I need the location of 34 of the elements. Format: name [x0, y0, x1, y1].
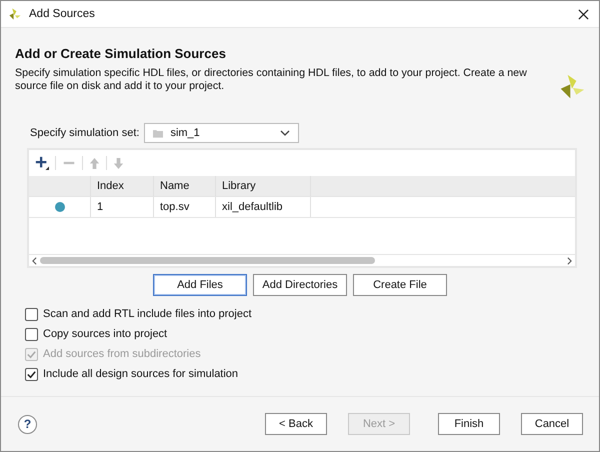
column-header[interactable]: Index — [91, 176, 154, 196]
option-label: Copy sources into project — [43, 328, 168, 340]
folder-icon — [153, 128, 164, 138]
option-label: Include all design sources for simulation — [43, 368, 238, 380]
add-icon[interactable] — [35, 156, 49, 170]
column-header[interactable]: Name — [154, 176, 216, 196]
simulation-set-dropdown[interactable]: sim_1 — [144, 123, 300, 143]
table-cell: top.sv — [154, 197, 216, 217]
file-action-button[interactable]: Add Directories — [253, 274, 347, 296]
page-title: Add or Create Simulation Sources — [15, 46, 227, 61]
checkbox[interactable] — [25, 368, 38, 380]
close-icon[interactable] — [578, 8, 589, 20]
file-action-button[interactable]: Create File — [353, 274, 447, 296]
checkbox[interactable] — [25, 328, 38, 340]
table-cell: 1 — [91, 197, 154, 217]
checkbox[interactable] — [25, 308, 38, 320]
scroll-right-icon[interactable] — [567, 256, 572, 264]
simulation-set-value: sim_1 — [170, 127, 201, 139]
horizontal-scrollbar[interactable] — [29, 254, 575, 266]
column-header[interactable]: Library — [216, 176, 311, 196]
app-logo-icon — [8, 7, 22, 21]
table-cell: xil_defaultlib — [216, 197, 311, 217]
chevron-down-icon — [280, 130, 290, 136]
page-description: Specify simulation specific HDL files, or directories containing HDL files, to add to your project. Create a new source file on disk and add it to your project. — [15, 67, 528, 93]
help-button[interactable]: ? — [18, 414, 37, 434]
option-label: Add sources from subdirectories — [43, 348, 201, 360]
simulation-set-label: Specify simulation set: — [30, 127, 140, 139]
option-label: Scan and add RTL include files into project — [43, 308, 252, 320]
wizard-button[interactable]: Cancel — [521, 413, 583, 435]
file-action-button[interactable]: Add Files — [153, 274, 247, 296]
wizard-button[interactable]: Finish — [438, 413, 500, 435]
wizard-button[interactable]: < Back — [265, 413, 327, 435]
window-title: Add Sources — [29, 8, 96, 20]
scroll-left-icon[interactable] — [32, 256, 37, 264]
